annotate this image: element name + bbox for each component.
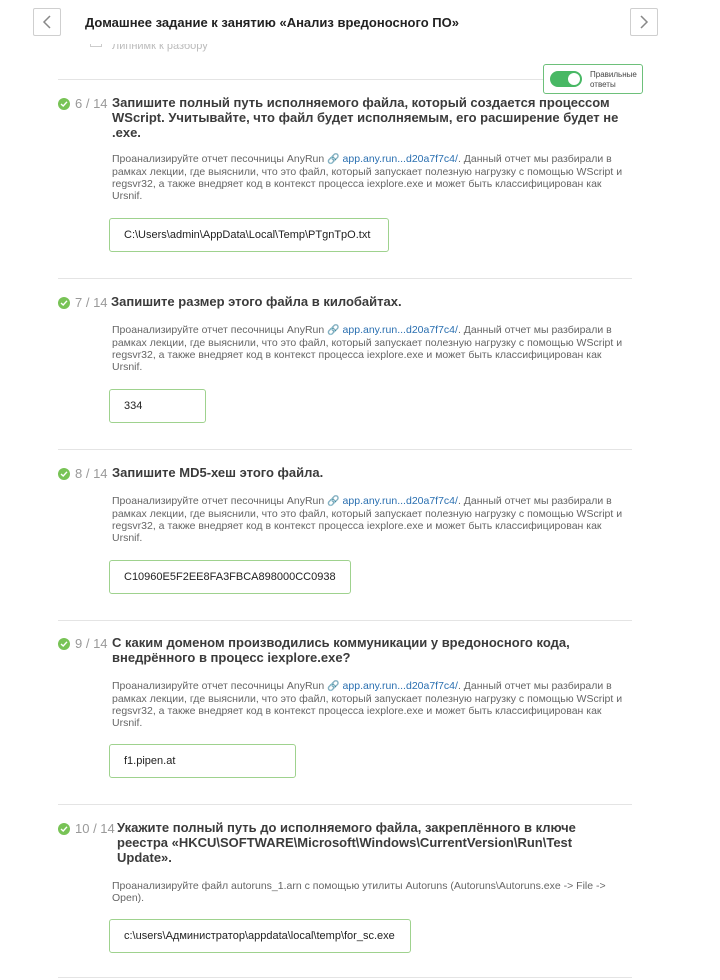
check-circle-icon xyxy=(58,823,70,835)
question-description: Проанализируйте отчет песочницы AnyRun 🔗… xyxy=(112,495,630,544)
question-number: 6 / 14 xyxy=(75,96,108,111)
description-text: Проанализируйте отчет песочницы AnyRun xyxy=(112,153,325,165)
anyrun-report-link[interactable]: app.any.run...d20a7f7c4/ xyxy=(343,324,458,336)
question-description: Проанализируйте отчет песочницы AnyRun 🔗… xyxy=(112,324,630,373)
question-number: 8 / 14 xyxy=(75,466,108,481)
question-title: Запишите полный путь исполняемого файла,… xyxy=(112,95,619,140)
question-description: Проанализируйте файл autoruns_1.arn с по… xyxy=(112,880,606,904)
answer-field[interactable]: C:\Users\admin\AppData\Local\Temp\PTgnTp… xyxy=(109,218,389,252)
anyrun-report-link[interactable]: app.any.run...d20a7f7c4/ xyxy=(343,680,458,692)
previous-page-button[interactable] xyxy=(33,8,61,36)
page-title: Домашнее задание к занятию «Анализ вредо… xyxy=(85,15,459,30)
divider xyxy=(58,449,632,450)
chevron-right-icon xyxy=(640,15,649,29)
question-description: Проанализируйте отчет песочницы AnyRun 🔗… xyxy=(112,153,630,202)
description-text: Проанализируйте отчет песочницы AnyRun xyxy=(112,324,325,336)
toggle-label: Правильные ответы xyxy=(590,70,637,89)
chevron-left-icon xyxy=(42,15,51,29)
anyrun-report-link[interactable]: app.any.run...d20a7f7c4/ xyxy=(343,153,458,165)
question-number: 7 / 14 xyxy=(75,295,108,310)
check-circle-icon xyxy=(58,468,70,480)
question-title: Запишите MD5-хеш этого файла. xyxy=(112,465,324,480)
toggle-knob xyxy=(568,73,580,85)
question-description: Проанализируйте отчет песочницы AnyRun 🔗… xyxy=(112,680,630,729)
divider xyxy=(58,977,632,978)
link-icon: 🔗 xyxy=(327,154,340,165)
description-text: Проанализируйте отчет песочницы AnyRun xyxy=(112,495,325,507)
divider xyxy=(58,278,632,279)
check-circle-icon xyxy=(58,297,70,309)
answer-field[interactable]: 334 xyxy=(109,389,206,423)
link-icon: 🔗 xyxy=(327,681,340,692)
question-title: Запишите размер этого файла в килобайтах… xyxy=(111,294,402,309)
anyrun-report-link[interactable]: app.any.run...d20a7f7c4/ xyxy=(343,495,458,507)
divider xyxy=(58,620,632,621)
answer-field[interactable]: f1.pipen.at xyxy=(109,744,296,778)
correct-answers-toggle[interactable]: Правильные ответы xyxy=(543,64,643,94)
question-title: С каким доменом производились коммуникац… xyxy=(112,635,570,665)
toggle-switch[interactable] xyxy=(550,71,582,87)
top-bar: Домашнее задание к занятию «Анализ вредо… xyxy=(0,0,720,44)
question-title: Укажите полный путь до исполняемого файл… xyxy=(117,820,576,865)
answer-field[interactable]: C10960E5F2EE8FA3FBCA898000CC0938 xyxy=(109,560,351,594)
description-text: Проанализируйте отчет песочницы AnyRun xyxy=(112,680,325,692)
check-circle-icon xyxy=(58,638,70,650)
link-icon: 🔗 xyxy=(327,496,340,507)
question-number: 9 / 14 xyxy=(75,636,108,651)
next-page-button[interactable] xyxy=(630,8,658,36)
divider xyxy=(58,804,632,805)
answer-field[interactable]: c:\users\Администратор\appdata\local\tem… xyxy=(109,919,411,953)
link-icon: 🔗 xyxy=(327,325,340,336)
question-number: 10 / 14 xyxy=(75,821,115,836)
check-circle-icon xyxy=(58,98,70,110)
